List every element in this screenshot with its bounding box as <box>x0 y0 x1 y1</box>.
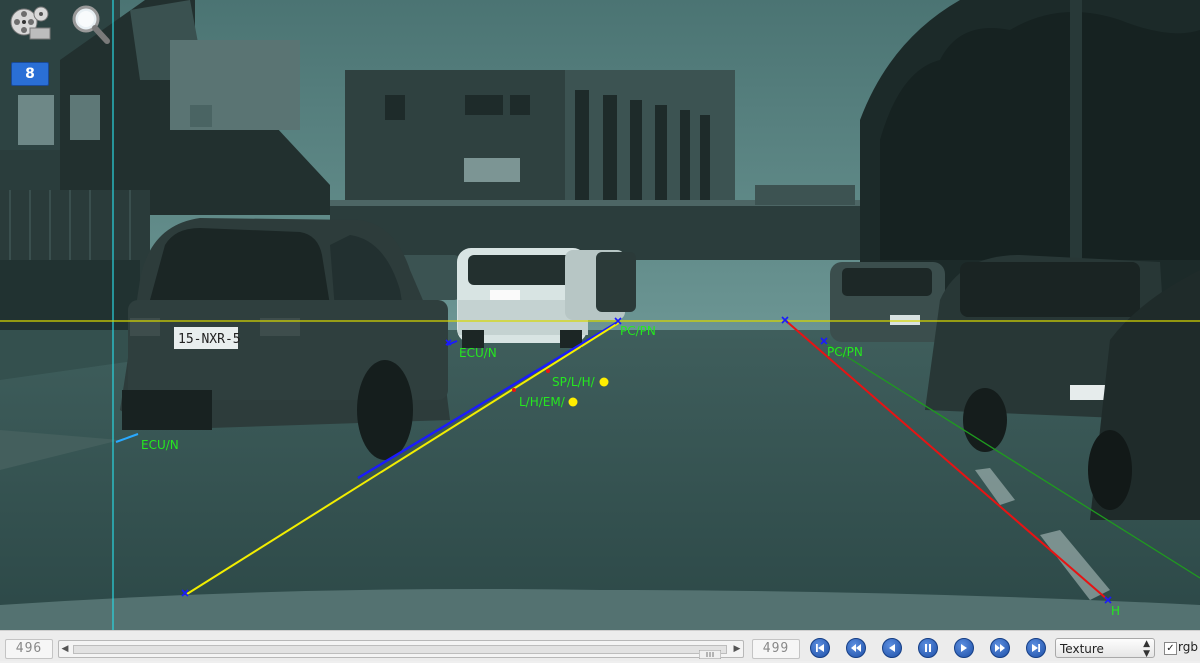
label-l-h-em: L/H/EM/ <box>519 395 565 409</box>
timeline-scrollbar[interactable]: ◀ ▶ <box>58 640 744 660</box>
annotation-overlay <box>0 0 1200 630</box>
zoom-magnifier-icon[interactable] <box>68 2 112 46</box>
frame-counter-badge[interactable]: 8 <box>11 62 49 86</box>
timeline-left-arrow-icon[interactable]: ◀ <box>59 641 71 657</box>
skip-to-end-icon <box>1032 644 1040 652</box>
last-frame-button[interactable] <box>1026 638 1046 658</box>
rewind-button[interactable] <box>846 638 866 658</box>
label-ecu-n-upper: ECU/N <box>459 346 497 360</box>
right-boundary-green-line <box>824 342 1200 579</box>
rgb-checkbox-label: rgb <box>1178 640 1198 654</box>
pause-button[interactable] <box>918 638 938 658</box>
pause-icon <box>925 644 931 652</box>
rewind-icon <box>851 644 861 652</box>
timeline-grip[interactable] <box>698 644 722 660</box>
blue-x-markers <box>181 316 1112 604</box>
step-back-icon <box>889 644 895 652</box>
first-frame-button[interactable] <box>810 638 830 658</box>
timeline-track[interactable] <box>73 645 727 654</box>
label-pc-pn-right: PC/PN <box>827 345 863 359</box>
fast-forward-button[interactable] <box>990 638 1010 658</box>
rgb-checkbox[interactable]: ✓ <box>1164 642 1177 655</box>
skip-to-start-icon <box>816 644 824 652</box>
ecu-segment-lower <box>115 433 139 443</box>
render-mode-value: Texture <box>1060 642 1104 656</box>
label-h: H <box>1111 604 1121 618</box>
film-reel-icon[interactable] <box>8 4 52 44</box>
timeline-right-arrow-icon[interactable]: ▶ <box>731 641 743 657</box>
marker-dot-sp <box>599 377 609 387</box>
label-sp-l-h: SP/L/H/ <box>552 375 595 389</box>
step-forward-icon <box>961 644 967 652</box>
total-frame-display: 499 <box>752 639 800 659</box>
video-viewport[interactable]: 15-NXR-5 PC/PN PC/PN ECU/N ECU/N SP/L/H/… <box>0 0 1200 630</box>
playback-control-bar: 496 ◀ ▶ 499 Texture ▲ ▼ ✓ rgb <box>0 630 1200 661</box>
fast-forward-icon <box>995 644 1005 652</box>
select-arrows-icon: ▲ ▼ <box>1143 639 1150 659</box>
current-frame-display: 496 <box>5 639 53 659</box>
step-back-button[interactable] <box>882 638 902 658</box>
label-pc-pn-left: PC/PN <box>620 324 656 338</box>
left-boundary-yellow-line <box>186 321 621 595</box>
red-tick-markers <box>512 369 550 392</box>
render-mode-select[interactable]: Texture ▲ ▼ <box>1055 638 1155 659</box>
step-forward-button[interactable] <box>954 638 974 658</box>
marker-dot-em <box>568 397 578 407</box>
label-ecu-n-lower: ECU/N <box>141 438 179 452</box>
right-boundary-red-line <box>784 319 1109 601</box>
